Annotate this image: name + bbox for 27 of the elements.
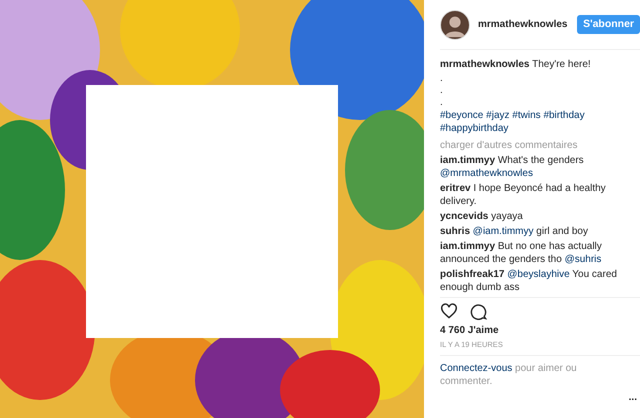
caption-line: . (440, 73, 444, 85)
caption: mrmathewknowles They're here! (440, 58, 592, 71)
mention-link[interactable]: @beyslayhive (507, 269, 570, 280)
caption-line: . (440, 85, 444, 97)
hashtag-link[interactable]: #happybirthday (440, 123, 508, 134)
comment: iam.timmyy But no one has actually announced the genders tho @suhris (440, 240, 603, 266)
username[interactable]: mrmathewknowles (478, 18, 568, 31)
comment-icon[interactable] (470, 303, 487, 320)
hashtag-link[interactable]: #jayz (486, 110, 510, 121)
avatar[interactable] (440, 10, 470, 40)
more-options[interactable]: ... (628, 391, 637, 404)
hashtag-link[interactable]: #birthday (543, 110, 585, 121)
mention-link[interactable]: @mrmathewknowles (440, 168, 533, 179)
comment: eritrev I hope Beyoncé had a healthy delivery. (440, 182, 607, 208)
comment: iam.timmyy What's the genders @mrmathewknowles (440, 154, 585, 180)
hashtag-link[interactable]: #beyonce (440, 110, 484, 121)
hashtag-link[interactable]: #twins (512, 110, 541, 121)
comment: ycncevids yayaya (440, 210, 524, 223)
login-prompt: Connectez-vous pour aimer ou commenter. (440, 362, 578, 388)
like-count: 4 760 J'aime (440, 324, 500, 337)
login-link[interactable]: Connectez-vous (440, 363, 512, 374)
mention-link[interactable]: @suhris (564, 254, 602, 265)
mention-link[interactable]: @iam.timmyy (472, 226, 534, 237)
caption-line: . (440, 97, 444, 109)
comment: polishfreak17 @beyslayhive You cared enough dumb ass (440, 268, 618, 294)
comment: suhris @iam.timmyy girl and boy (440, 225, 589, 238)
heart-icon[interactable] (440, 303, 458, 319)
